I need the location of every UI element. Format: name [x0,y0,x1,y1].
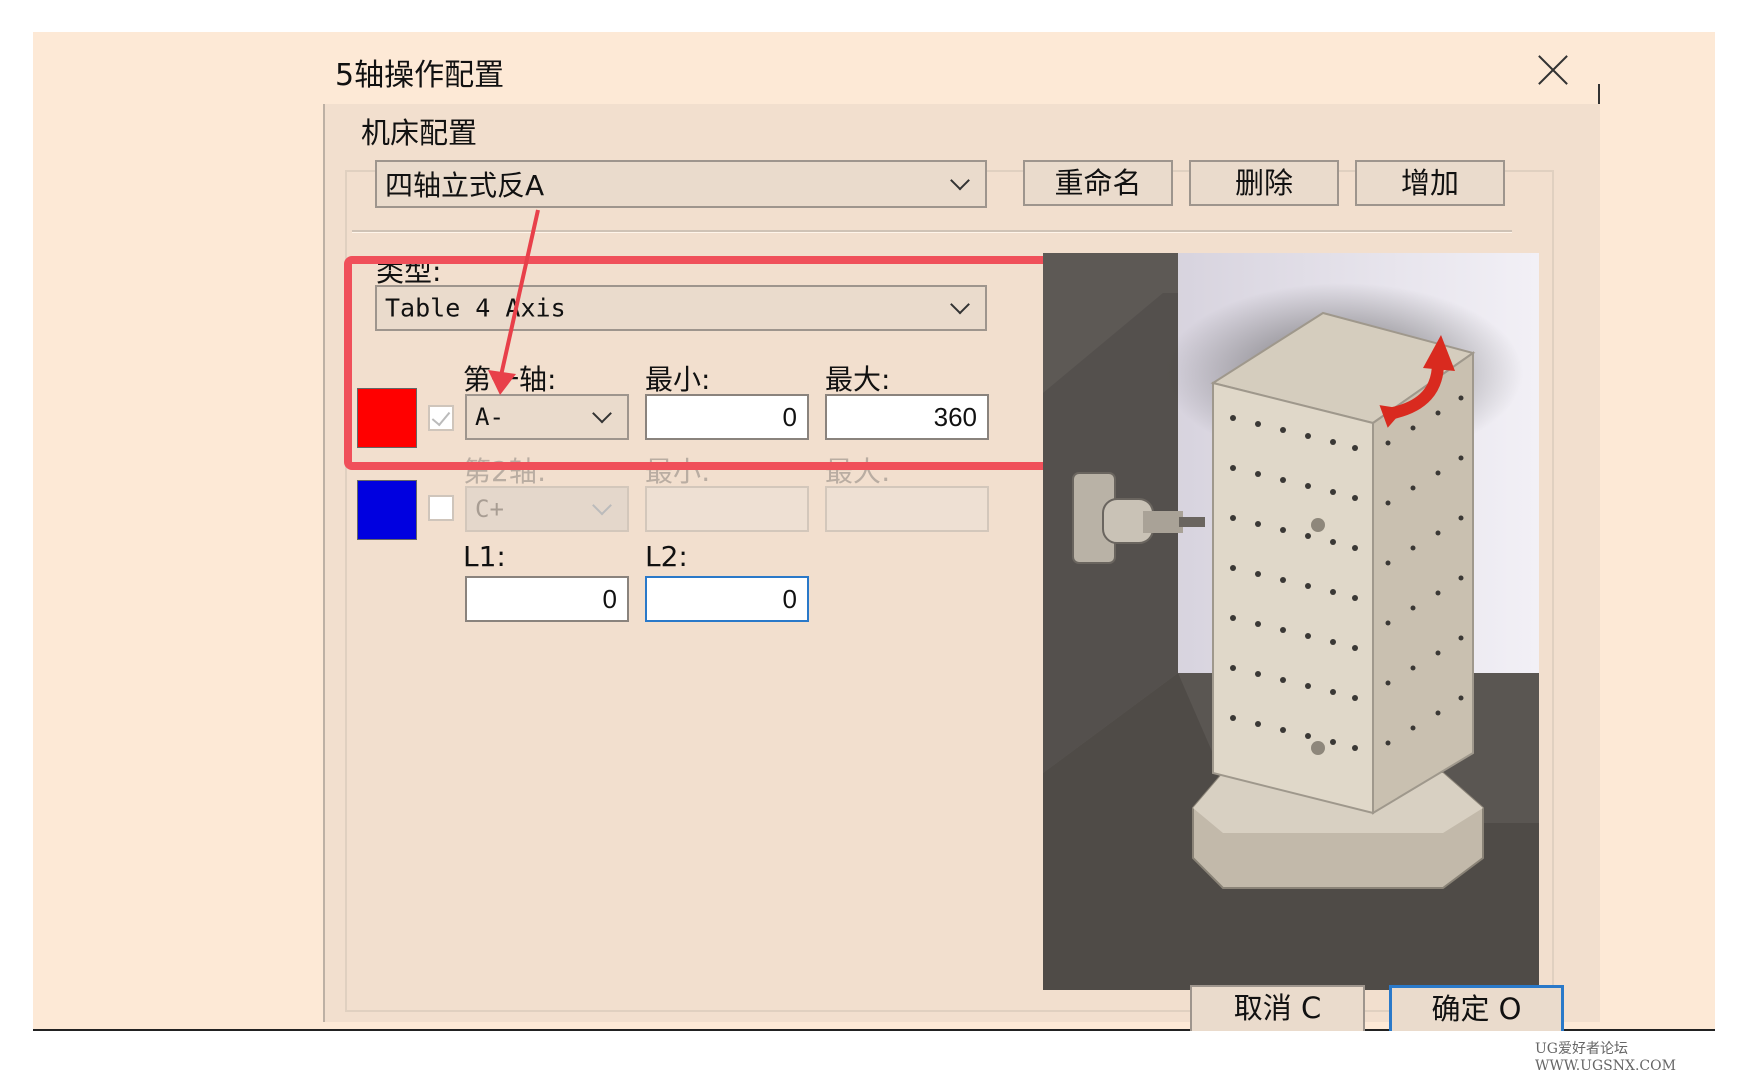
rename-button-label: 重命名 [1054,166,1142,200]
ok-button-label: 确定 O [1431,992,1522,1026]
delete-button[interactable]: 删除 [1189,160,1339,206]
axis2-select[interactable]: C+ [465,486,629,532]
l1-input[interactable]: 0 [465,576,629,622]
arrow-annotation [488,209,540,395]
add-button[interactable]: 增加 [1355,160,1505,206]
machine-config-value: 四轴立式反A [385,169,545,202]
axis2-checkbox[interactable] [428,495,454,521]
window-edge [1598,84,1600,106]
machine-config-select[interactable]: 四轴立式反A [375,160,987,208]
axis2-min-input[interactable] [645,486,809,532]
l2-label: L2: [645,540,688,573]
machine-preview-image [1043,253,1539,990]
cancel-button-label: 取消 C [1233,991,1322,1025]
l2-input[interactable]: 0 [645,576,809,622]
dialog-title: 5轴操作配置 [335,58,505,93]
add-button-label: 增加 [1400,166,1459,200]
axis2-max-input[interactable] [825,486,989,532]
title-bar: 5轴操作配置 [323,32,1593,104]
watermark-text: UG爱好者论坛 WWW.UGSNX.COM [1535,1041,1676,1074]
axis2-value: C+ [475,495,504,523]
axis2-color-swatch[interactable] [357,480,417,540]
rename-button[interactable]: 重命名 [1023,160,1173,206]
l1-label: L1: [463,540,506,573]
ok-button[interactable]: 确定 O [1389,985,1564,1031]
cancel-button[interactable]: 取消 C [1190,985,1365,1031]
highlight-annotation [344,256,1052,470]
chevron-down-icon [950,170,970,191]
chevron-down-icon [592,495,612,516]
close-icon[interactable] [1533,50,1573,90]
delete-button-label: 删除 [1234,166,1293,200]
machine-config-label: 机床配置 [357,110,482,152]
